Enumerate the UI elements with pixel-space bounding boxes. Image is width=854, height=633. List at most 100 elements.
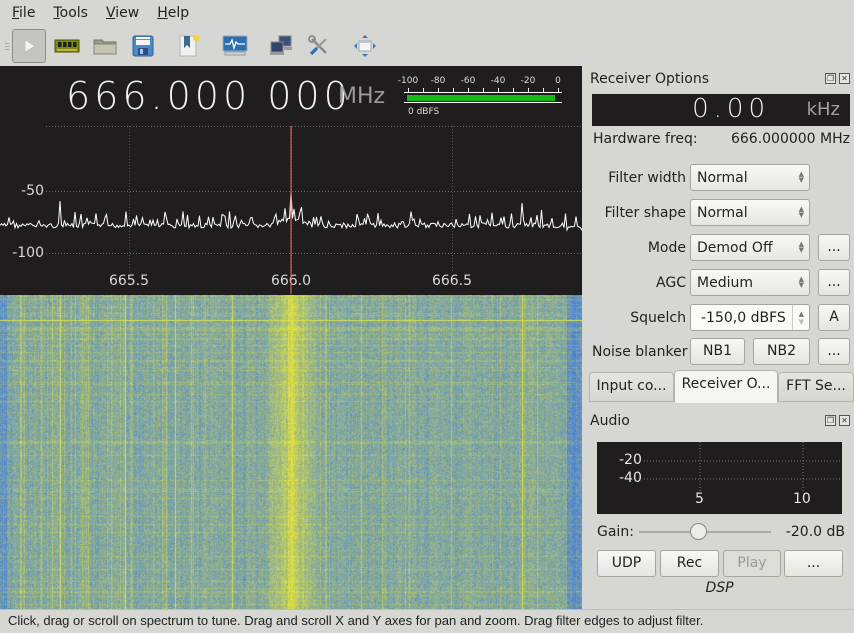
- menu-view[interactable]: View: [100, 5, 145, 21]
- new-bookmark-button[interactable]: [172, 29, 206, 63]
- audio-fft-y-label: -40: [619, 470, 642, 486]
- meter-tick: [498, 88, 499, 92]
- udp-button[interactable]: UDP: [597, 550, 656, 577]
- spinner-arrows-icon: ▲ ▼: [798, 275, 804, 289]
- floppy-disk-icon: [132, 35, 154, 57]
- menu-help-mnemonic: H: [157, 5, 168, 21]
- toolbar-grip[interactable]: [2, 36, 12, 56]
- close-dock-icon[interactable]: ✕: [839, 415, 850, 426]
- nb1-button[interactable]: NB1: [690, 338, 745, 365]
- squelch-row: Squelch -150,0 dBFS ▲ ▼ A: [585, 304, 854, 332]
- menu-tools-label: ools: [59, 5, 88, 21]
- meter-tick: [543, 88, 544, 92]
- frequency-control[interactable]: 666.000 000 MHz -100 -80 -60 -40 -20 0 0 dBFS: [0, 66, 582, 126]
- meter-tick: [558, 88, 559, 92]
- meter-tick-label: -40: [490, 76, 506, 86]
- monitor-waveform-icon: [222, 35, 248, 56]
- tab-fft-settings[interactable]: FFT Se...: [778, 372, 854, 401]
- tab-input-controls[interactable]: Input co...: [589, 372, 674, 401]
- frequency-digits[interactable]: 666.000 000: [66, 74, 352, 118]
- agc-select[interactable]: Medium ▲ ▼: [690, 269, 810, 296]
- filter-shape-value: Normal: [697, 205, 748, 221]
- menu-help-label: elp: [167, 5, 190, 21]
- squelch-value: -150,0 dBFS: [701, 310, 786, 326]
- noise-blanker-options-button[interactable]: ...: [818, 338, 850, 365]
- meter-tick: [513, 88, 514, 92]
- agc-label: AGC: [656, 275, 686, 291]
- configure-device-button[interactable]: [50, 29, 84, 63]
- close-dock-icon[interactable]: ✕: [839, 73, 850, 84]
- offset-value[interactable]: 0.00: [692, 94, 770, 124]
- bookmark-icon: [179, 35, 199, 57]
- receiver-options-dock-buttons: ❐ ✕: [825, 73, 850, 84]
- menu-file[interactable]: File: [6, 5, 41, 21]
- agc-options-button[interactable]: ...: [818, 269, 850, 296]
- fullscreen-button[interactable]: [348, 29, 382, 63]
- record-button[interactable]: Rec: [660, 550, 719, 577]
- mode-options-button[interactable]: ...: [818, 234, 850, 261]
- meter-tick-labels: -100 -80 -60 -40 -20 0: [398, 76, 562, 87]
- meter-tick: [453, 88, 454, 92]
- meter-readout: 0 dBFS: [408, 107, 440, 117]
- load-settings-button[interactable]: [88, 29, 122, 63]
- start-dsp-button[interactable]: [12, 29, 46, 63]
- waterfall-display[interactable]: [0, 295, 582, 609]
- spectrum-plot[interactable]: -50 -100 665.5 666.0 666.5: [0, 126, 582, 294]
- meter-baseline: [404, 102, 562, 103]
- meter-level-bar: [407, 95, 555, 101]
- x-axis-label[interactable]: 665.5: [109, 273, 149, 289]
- audio-fft-plot[interactable]: -20 -40 5 10: [597, 442, 842, 514]
- meter-tick-label: -60: [460, 76, 476, 86]
- tab-receiver-options[interactable]: Receiver O...: [674, 370, 778, 403]
- status-message: Click, drag or scroll on spectrum to tun…: [8, 613, 704, 628]
- filter-width-value: Normal: [697, 170, 748, 186]
- audio-dock-buttons: ❐ ✕: [825, 415, 850, 426]
- menu-view-label: iew: [115, 5, 140, 21]
- remote-control-button[interactable]: [264, 29, 298, 63]
- menu-bar: File Tools View Help: [0, 0, 854, 26]
- audio-fft-y-label: -20: [619, 452, 642, 468]
- y-axis-label[interactable]: -100: [12, 245, 44, 261]
- spectrum-grid: [46, 126, 582, 271]
- spectrum-analyzer-button[interactable]: [218, 29, 252, 63]
- y-axis-label[interactable]: -50: [21, 183, 44, 199]
- toolbar: [0, 26, 854, 66]
- menu-tools[interactable]: Tools: [47, 5, 94, 21]
- x-axis-label[interactable]: 666.5: [432, 273, 472, 289]
- offset-frequency-display[interactable]: 0.00 kHz: [592, 94, 850, 126]
- agc-row: AGC Medium ▲ ▼ ...: [585, 269, 854, 297]
- spinner-arrows-icon[interactable]: ▲ ▼: [799, 310, 804, 326]
- folder-icon: [93, 39, 117, 55]
- preferences-button[interactable]: [302, 29, 336, 63]
- menu-view-mnemonic: V: [105, 5, 116, 21]
- noise-blanker-label: Noise blanker: [592, 344, 688, 360]
- menu-help[interactable]: Help: [151, 5, 195, 21]
- mode-select[interactable]: Demod Off ▲ ▼: [690, 234, 810, 261]
- audio-options-button[interactable]: ...: [784, 550, 843, 577]
- float-dock-icon[interactable]: ❐: [825, 415, 836, 426]
- meter-ticks: [404, 87, 562, 93]
- menu-file-label: ile: [19, 5, 36, 21]
- squelch-auto-button[interactable]: A: [818, 304, 850, 331]
- audio-fft-x-label: 10: [793, 491, 811, 507]
- squelch-spinbox[interactable]: -150,0 dBFS ▲ ▼: [690, 304, 810, 331]
- right-dock-panel: Receiver Options ❐ ✕ 0.00 kHz Hardware f…: [585, 66, 854, 609]
- menu-file-mnemonic: F: [12, 5, 20, 21]
- gain-value: -20.0 dB: [785, 524, 845, 540]
- audio-title: Audio: [590, 413, 630, 429]
- network-computers-icon: [270, 35, 292, 55]
- nb2-button[interactable]: NB2: [753, 338, 810, 365]
- filter-width-select[interactable]: Normal ▲ ▼: [690, 164, 810, 191]
- mode-row: Mode Demod Off ▲ ▼ ...: [585, 234, 854, 262]
- spinner-arrows-icon: ▲ ▼: [798, 170, 804, 184]
- spinner-arrows-icon: ▲ ▼: [798, 205, 804, 219]
- main-display: 666.000 000 MHz -100 -80 -60 -40 -20 0 0 dBFS…: [0, 66, 582, 609]
- save-settings-button[interactable]: [126, 29, 160, 63]
- gain-slider-handle[interactable]: [690, 523, 708, 540]
- filter-shape-select[interactable]: Normal ▲ ▼: [690, 199, 810, 226]
- meter-tick: [483, 88, 484, 92]
- play-button[interactable]: Play: [723, 550, 781, 577]
- float-dock-icon[interactable]: ❐: [825, 73, 836, 84]
- agc-value: Medium: [697, 275, 753, 291]
- meter-tick-label: 0: [555, 76, 561, 86]
